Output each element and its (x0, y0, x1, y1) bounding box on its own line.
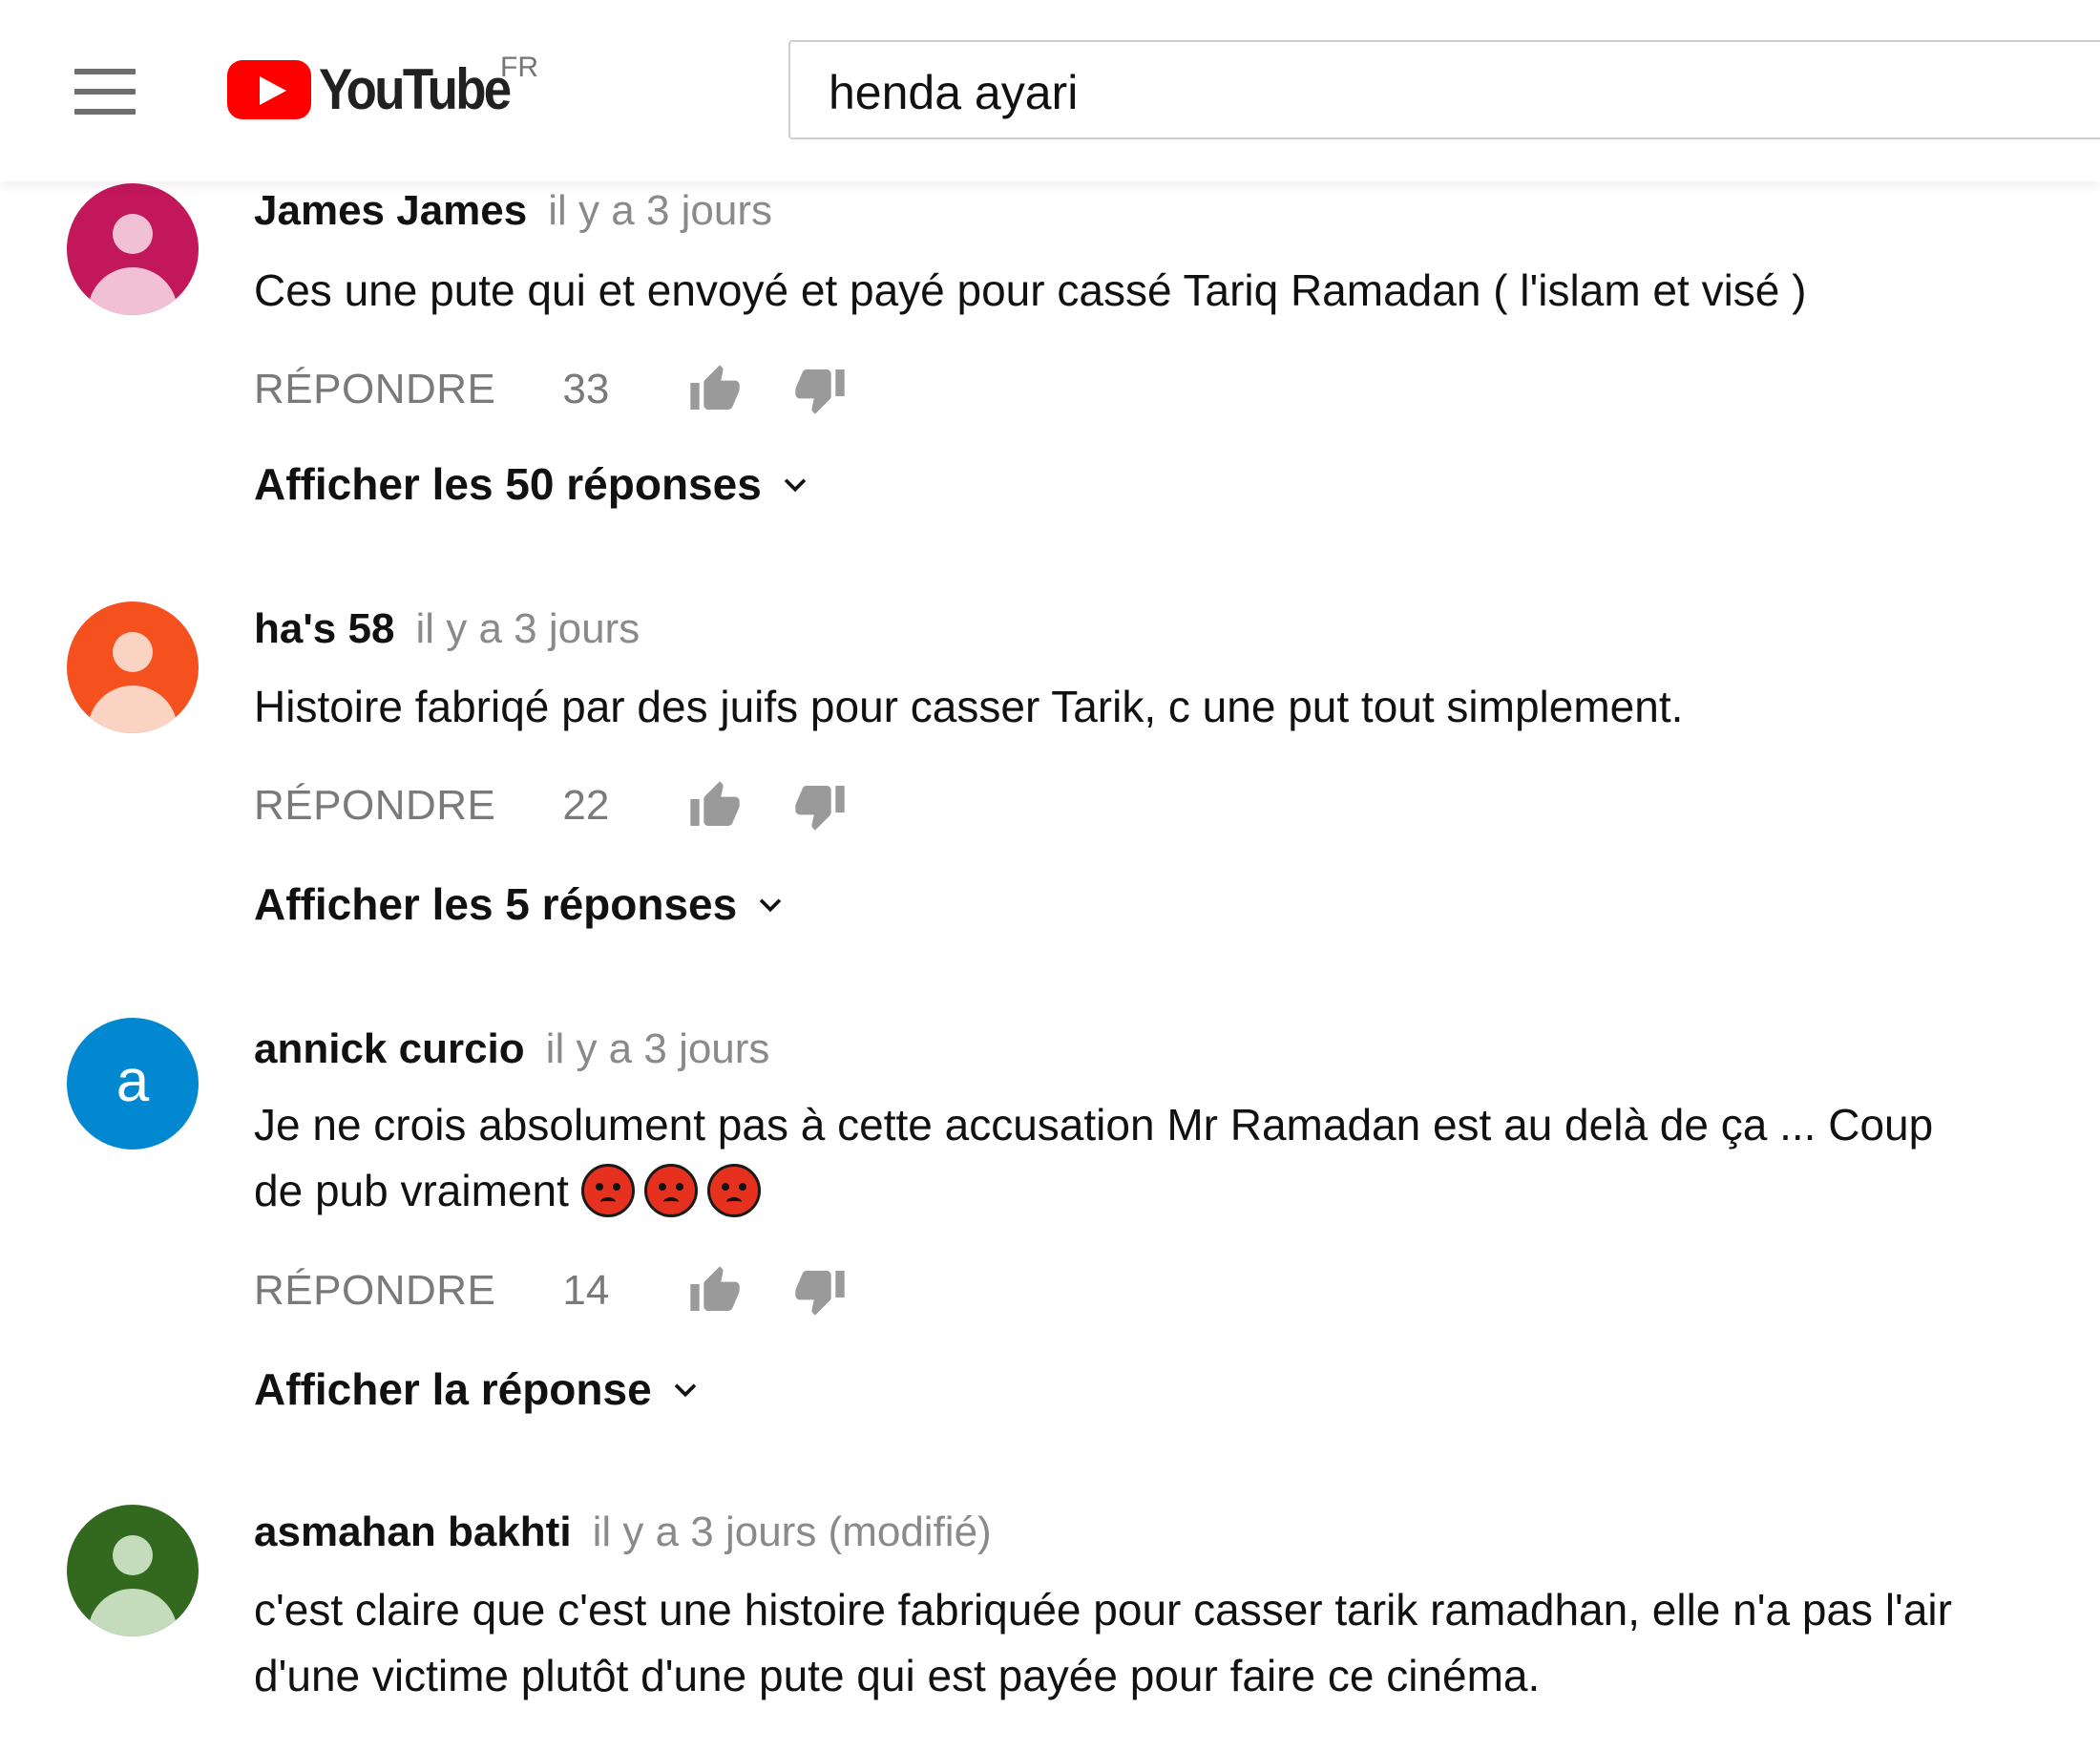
comment-author[interactable]: annick curcio (254, 1025, 525, 1072)
chevron-down-icon (784, 478, 807, 493)
comment-meta: ha's 58 il y a 3 jours (254, 605, 640, 653)
play-icon (227, 60, 311, 119)
avatar-body (88, 1589, 178, 1636)
comment-text-line: c'est claire que c'est une histoire fabr… (254, 1585, 1952, 1635)
comment-actions: RÉPONDRE 22 (254, 777, 847, 834)
comment-meta: asmahan bakhti il y a 3 jours (modifié) (254, 1508, 992, 1556)
comment-author[interactable]: ha's 58 (254, 605, 394, 652)
thumb-down-icon[interactable] (793, 363, 847, 416)
comment-text: Ces une pute qui et envoyé et payé pour … (254, 265, 1807, 315)
comment-text-line-2: de pub vraiment (254, 1158, 2068, 1224)
like-count: 22 (562, 782, 610, 829)
comment-actions: RÉPONDRE 33 (254, 361, 847, 418)
like-count: 33 (562, 366, 610, 412)
comment-time[interactable]: il y a 3 jours (modifié) (593, 1508, 992, 1555)
comment-time[interactable]: il y a 3 jours (546, 1025, 770, 1072)
avatar[interactable]: a (67, 1018, 199, 1150)
show-replies-label: Afficher les 50 réponses (254, 459, 762, 509)
comment-text-line: d'une victime plutôt d'une pute qui est … (254, 1651, 1541, 1700)
top-bar: YouTube FR (0, 0, 2100, 181)
comment-actions: RÉPONDRE 14 (254, 1262, 847, 1319)
avatar-person-icon (113, 1535, 153, 1575)
search-box[interactable] (788, 40, 2100, 139)
avatar-body (88, 267, 178, 315)
comment-text-line: de pub vraiment (254, 1166, 569, 1215)
avatar[interactable] (67, 183, 199, 315)
comment-meta: annick curcio il y a 3 jours (254, 1025, 769, 1073)
angry-face-icon (706, 1164, 761, 1217)
reply-button[interactable]: RÉPONDRE (254, 366, 495, 413)
comment-time[interactable]: il y a 3 jours (548, 187, 772, 234)
angry-face-icon (643, 1164, 698, 1217)
region-code: FR (500, 52, 538, 83)
search-input[interactable] (829, 65, 2069, 120)
reply-button[interactable]: RÉPONDRE (254, 1267, 495, 1315)
thumb-down-icon[interactable] (793, 1264, 847, 1318)
comment-text: Histoire fabriqé par des juifs pour cass… (254, 682, 1684, 731)
show-replies-button[interactable]: Afficher les 5 réponses (254, 878, 787, 930)
youtube-logo[interactable]: YouTube FR (227, 52, 538, 124)
angry-face-icon (580, 1164, 635, 1217)
thumb-up-icon[interactable] (688, 1264, 742, 1318)
thumb-up-icon[interactable] (688, 779, 742, 833)
show-replies-button[interactable]: Afficher la réponse (254, 1363, 702, 1415)
show-replies-button[interactable]: Afficher les 50 réponses (254, 458, 811, 510)
reply-button[interactable]: RÉPONDRE (254, 782, 495, 830)
comment-text-line: Je ne crois absolument pas à cette accus… (254, 1100, 1934, 1150)
avatar-body (88, 686, 178, 733)
chevron-down-icon (759, 898, 782, 913)
comment-text: Je ne crois absolument pas à cette accus… (254, 1092, 2068, 1224)
comment-author[interactable]: James James (254, 187, 527, 234)
comment-author[interactable]: asmahan bakhti (254, 1508, 572, 1555)
chevron-down-icon (674, 1383, 696, 1398)
avatar-person-icon (113, 632, 153, 672)
thumb-down-icon[interactable] (793, 779, 847, 833)
show-replies-label: Afficher les 5 réponses (254, 879, 738, 929)
logo-text: YouTube (319, 57, 512, 121)
comment-meta: James James il y a 3 jours (254, 187, 772, 235)
hamburger-menu-icon[interactable] (74, 69, 136, 115)
comment-text: c'est claire que c'est une histoire fabr… (254, 1577, 2068, 1709)
avatar[interactable] (67, 1505, 199, 1636)
comment-time[interactable]: il y a 3 jours (415, 605, 640, 652)
avatar-person-icon (113, 214, 153, 254)
avatar[interactable] (67, 601, 199, 733)
show-replies-label: Afficher la réponse (254, 1364, 652, 1414)
like-count: 14 (562, 1267, 610, 1314)
thumb-up-icon[interactable] (688, 363, 742, 416)
avatar-letter: a (116, 1048, 150, 1114)
